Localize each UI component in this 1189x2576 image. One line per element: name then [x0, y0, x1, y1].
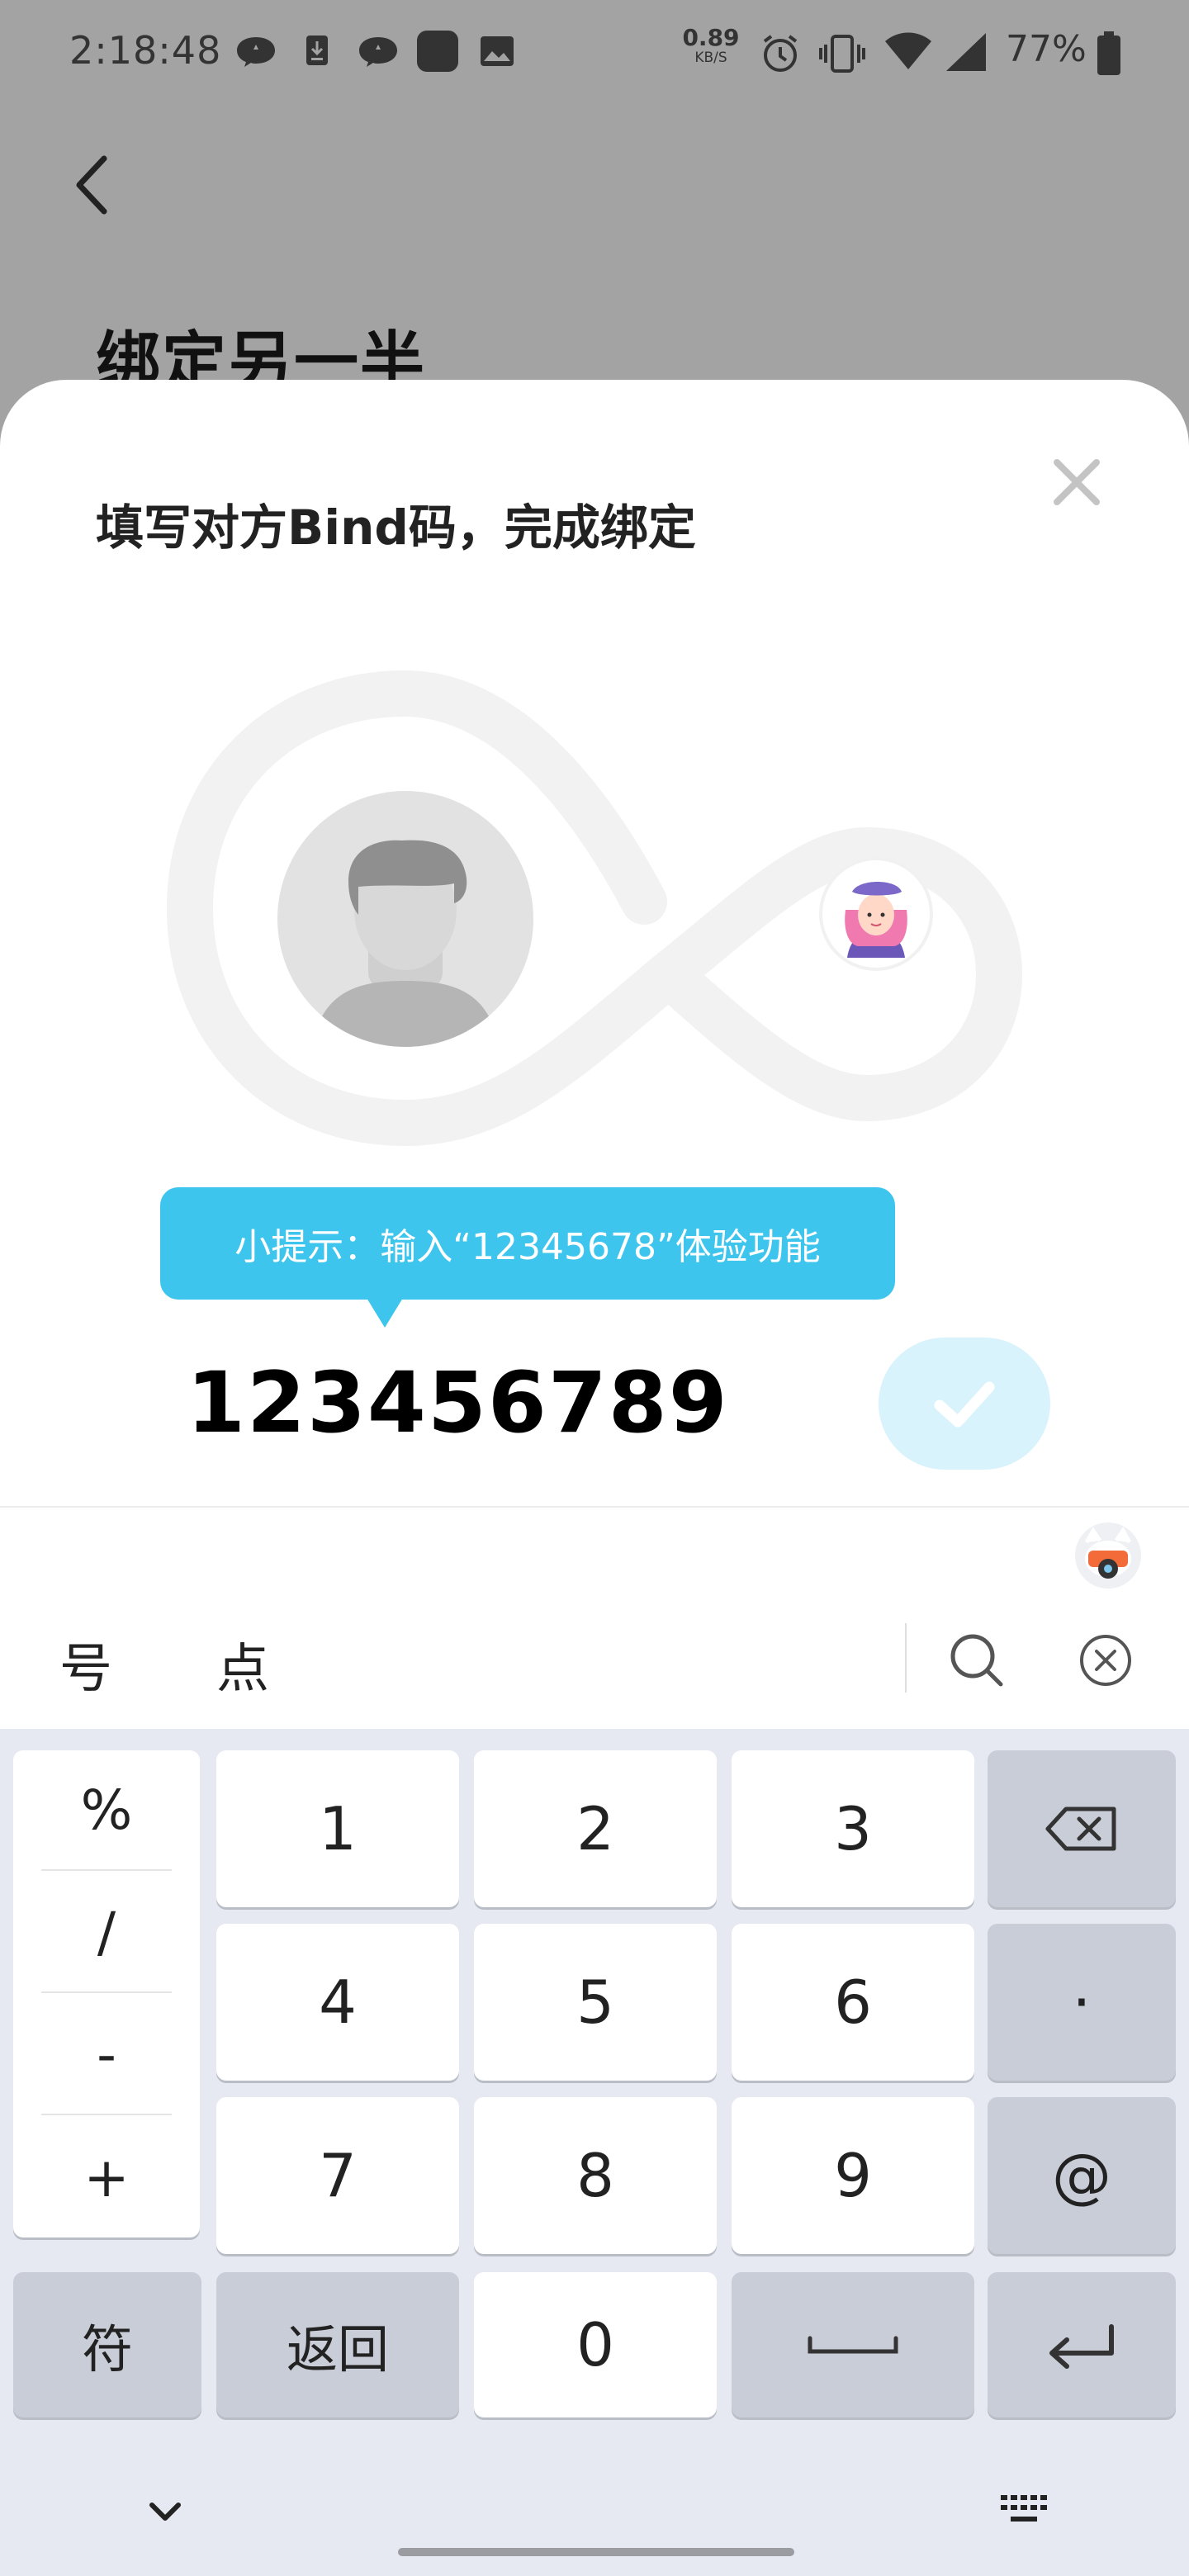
check-icon — [934, 1381, 995, 1428]
key-0[interactable]: 0 — [474, 2272, 717, 2417]
symbol-key-percent[interactable]: % — [41, 1750, 172, 1871]
confirm-button[interactable] — [879, 1338, 1050, 1470]
avatar-partner — [822, 860, 930, 968]
image-icon — [481, 36, 514, 66]
candidate-word[interactable]: 点 — [216, 1627, 269, 1702]
hint-tooltip: 小提示：输入“12345678”体验功能 — [160, 1187, 895, 1328]
wifi-icon — [885, 32, 931, 69]
home-indicator[interactable] — [398, 2548, 794, 2556]
enter-icon — [1049, 2324, 1114, 2369]
net-speed: 0.89 KB/S — [682, 24, 740, 66]
back-key[interactable]: 返回 — [216, 2272, 459, 2417]
key-2[interactable]: 2 — [474, 1750, 717, 1907]
key-3[interactable]: 3 — [732, 1750, 974, 1907]
battery-icon — [1097, 31, 1120, 75]
close-icon[interactable] — [1042, 447, 1111, 517]
divider — [0, 1506, 1189, 1508]
vibrate-icon — [819, 35, 865, 73]
numeric-keyboard: % / - + 1 2 3 4 5 6 · 7 8 9 @ 符 返回 0 — [0, 1729, 1189, 2576]
person-placeholder-icon — [311, 840, 500, 1047]
key-7[interactable]: 7 — [216, 2097, 459, 2254]
battery-percent: 77% — [1006, 28, 1087, 70]
partner-avatar-illustration — [825, 863, 927, 965]
divider — [905, 1623, 907, 1693]
bind-code-input[interactable]: 123456789 — [187, 1354, 729, 1452]
search-icon[interactable] — [948, 1631, 1004, 1688]
sheet-title: 填写对方Bind码，完成绑定 — [96, 500, 696, 556]
status-bar: 2:18:48 0.89 KB/S 77% — [0, 0, 1189, 99]
clear-icon[interactable] — [1078, 1633, 1133, 1688]
avatar-self — [277, 791, 533, 1047]
chevron-down-icon[interactable] — [144, 2495, 187, 2528]
space-key[interactable] — [732, 2272, 974, 2417]
dot-key[interactable]: · — [988, 1924, 1176, 2081]
candidate-word[interactable]: 号 — [59, 1627, 112, 1702]
keyboard-icon[interactable] — [999, 2492, 1049, 2528]
key-4[interactable]: 4 — [216, 1924, 459, 2081]
key-8[interactable]: 8 — [474, 2097, 717, 2254]
back-button[interactable] — [66, 152, 119, 218]
symbol-column[interactable]: % / - + — [13, 1750, 200, 2237]
alarm-icon — [763, 35, 798, 72]
chat-icon — [237, 37, 275, 67]
backspace-key[interactable] — [988, 1750, 1176, 1907]
signal-icon — [946, 33, 986, 71]
download-icon — [306, 36, 328, 65]
symbol-switch-key[interactable]: 符 — [13, 2272, 201, 2417]
status-time: 2:18:48 — [69, 28, 222, 73]
key-9[interactable]: 9 — [732, 2097, 974, 2254]
space-icon — [808, 2336, 898, 2354]
app-icon — [417, 31, 458, 72]
key-5[interactable]: 5 — [474, 1924, 717, 2081]
keyboard-mascot-icon[interactable] — [1075, 1522, 1141, 1589]
symbol-key-plus[interactable]: + — [41, 2117, 172, 2237]
key-1[interactable]: 1 — [216, 1750, 459, 1907]
enter-key[interactable] — [988, 2272, 1176, 2417]
key-6[interactable]: 6 — [732, 1924, 974, 2081]
chat-icon — [359, 37, 397, 67]
symbol-key-minus[interactable]: - — [41, 1995, 172, 2115]
symbol-key-slash[interactable]: / — [41, 1873, 172, 1993]
backspace-icon — [1045, 1807, 1116, 1851]
at-key[interactable]: @ — [988, 2097, 1176, 2254]
